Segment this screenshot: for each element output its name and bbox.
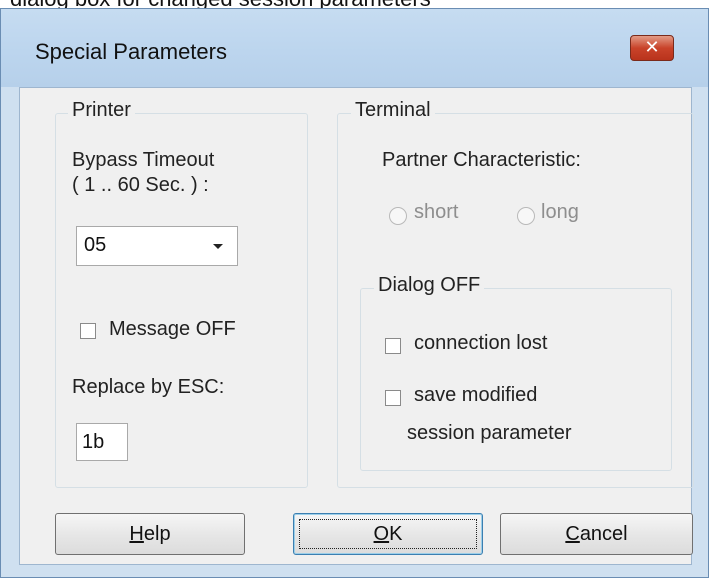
replace-by-esc-label: Replace by ESC: xyxy=(72,376,225,398)
special-parameters-dialog: Special Parameters ✕ Printer Bypass Time… xyxy=(0,8,709,578)
ok-button-accel: O xyxy=(373,523,390,545)
partner-characteristic-label: Partner Characteristic: xyxy=(382,149,581,171)
radio-long[interactable] xyxy=(517,207,535,225)
title-bar[interactable]: Special Parameters ✕ xyxy=(1,9,708,87)
message-off-checkbox[interactable] xyxy=(80,323,96,339)
window-title: Special Parameters xyxy=(35,39,227,64)
terminal-group-label: Terminal xyxy=(351,99,435,122)
bypass-timeout-select[interactable]: 05 xyxy=(76,226,238,266)
save-modified-checkbox[interactable] xyxy=(385,390,401,406)
printer-group-label: Printer xyxy=(68,99,135,122)
bypass-timeout-label: Bypass Timeout xyxy=(72,149,215,171)
cancel-button-rest: ancel xyxy=(579,523,628,545)
radio-long-label[interactable]: long xyxy=(541,201,579,224)
screenshot: dialog box for changed session parameter… xyxy=(0,0,709,578)
help-button-rest: elp xyxy=(143,523,171,545)
save-modified-label-line2[interactable]: session parameter xyxy=(407,422,572,445)
cancel-button-accel: C xyxy=(565,523,580,545)
connection-lost-label[interactable]: connection lost xyxy=(414,332,547,355)
cancel-button[interactable]: Cancel xyxy=(500,513,693,555)
bypass-timeout-range-label: ( 1 .. 60 Sec. ) : xyxy=(72,174,209,196)
ok-button[interactable]: OK xyxy=(293,513,483,555)
save-modified-label[interactable]: save modified xyxy=(414,384,537,407)
chevron-down-icon[interactable] xyxy=(207,235,229,257)
dialog-off-group-label: Dialog OFF xyxy=(374,274,485,297)
radio-short[interactable] xyxy=(389,207,407,225)
radio-short-label[interactable]: short xyxy=(414,201,458,224)
replace-by-esc-value: 1b xyxy=(82,431,105,453)
replace-by-esc-input[interactable]: 1b xyxy=(76,423,128,461)
help-button-accel: H xyxy=(129,523,144,545)
close-icon: ✕ xyxy=(644,37,660,58)
ok-button-rest: K xyxy=(389,523,403,545)
dialog-client-area: Printer Bypass Timeout ( 1 .. 60 Sec. ) … xyxy=(19,87,694,565)
connection-lost-checkbox[interactable] xyxy=(385,338,401,354)
help-button[interactable]: Help xyxy=(55,513,245,555)
message-off-label[interactable]: Message OFF xyxy=(109,318,236,341)
bypass-timeout-value: 05 xyxy=(84,234,107,256)
close-button[interactable]: ✕ xyxy=(630,35,674,61)
